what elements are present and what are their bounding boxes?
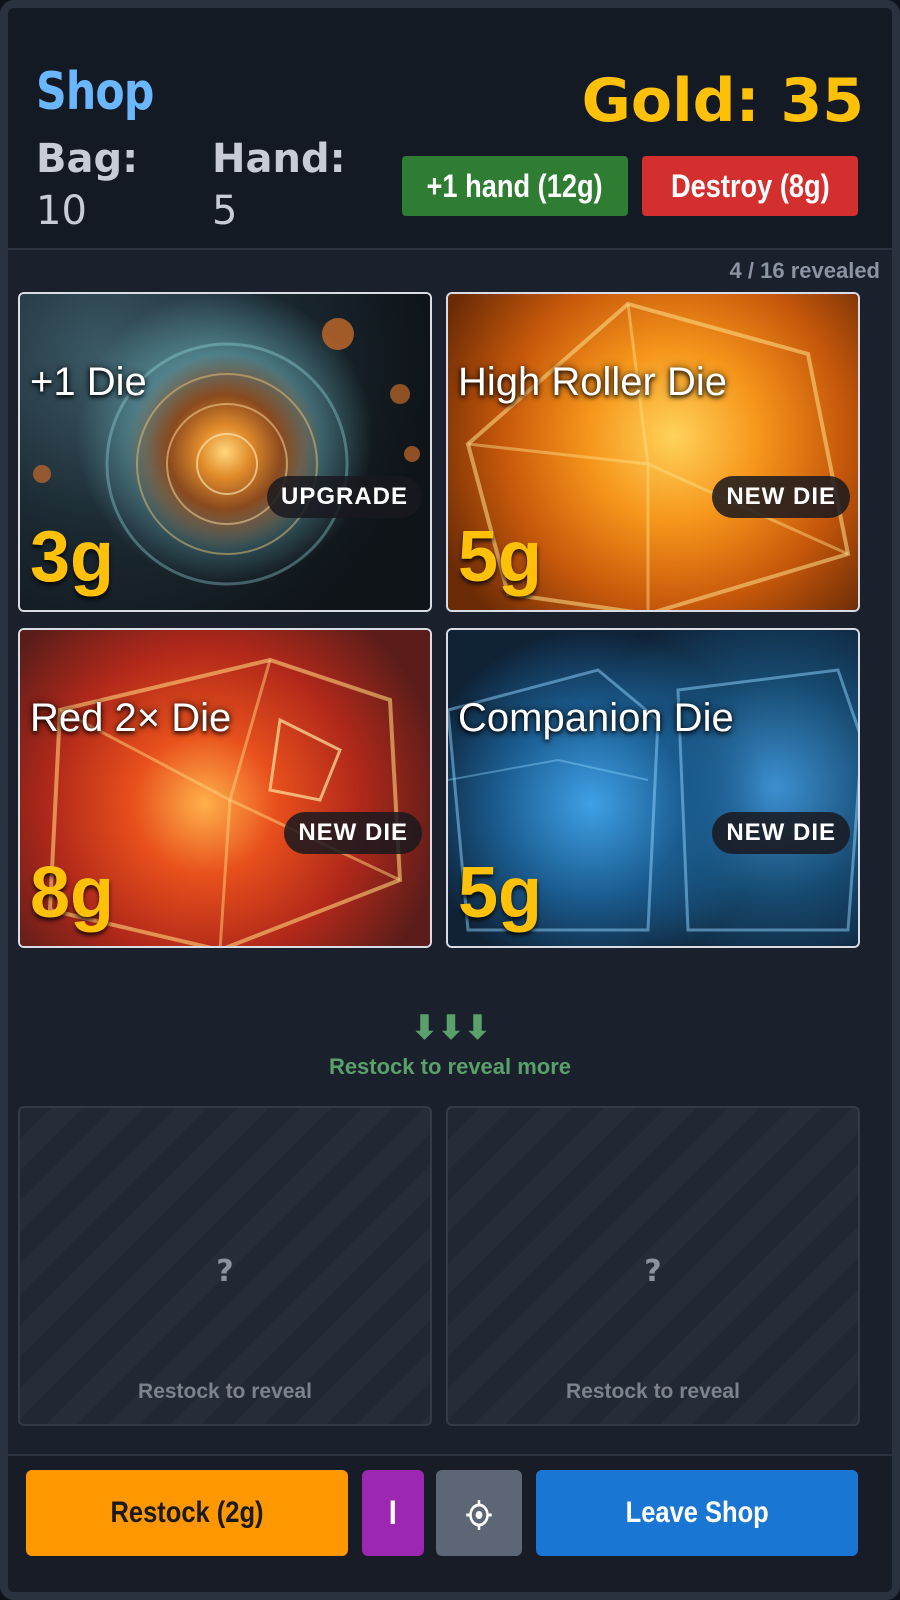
- revealed-counter: 4 / 16 revealed: [729, 258, 880, 283]
- card-price: 3g: [30, 517, 115, 597]
- locked-card-text: Restock to reveal: [566, 1380, 740, 1403]
- locked-card-text: Restock to reveal: [138, 1380, 312, 1403]
- page-title: Shop: [36, 62, 154, 122]
- bag-count: 10: [36, 188, 87, 234]
- leave-shop-label: Leave Shop: [625, 1496, 769, 1529]
- gold-amount: 35: [780, 66, 865, 136]
- shop-card-high-roller[interactable]: High Roller Die NEW DIE 5g: [446, 292, 860, 612]
- card-price: 5g: [458, 853, 543, 933]
- info-label: I: [388, 1494, 398, 1532]
- card-title: Red 2× Die: [30, 696, 232, 740]
- bag-label: Bag:: [36, 136, 139, 182]
- destroy-label: Destroy (8g): [670, 168, 830, 204]
- hand-count: 5: [212, 188, 238, 234]
- question-mark-icon: ?: [216, 1254, 234, 1289]
- locked-card-slot: ? Restock to reveal: [446, 1106, 860, 1426]
- info-button[interactable]: I: [362, 1470, 424, 1556]
- destroy-button[interactable]: Destroy (8g): [642, 156, 858, 216]
- action-bar: Restock (2g) I Leave Shop: [8, 1454, 892, 1592]
- restock-hint: ⬇⬇⬇ Restock to reveal more: [8, 1008, 892, 1080]
- restock-button[interactable]: Restock (2g): [26, 1470, 348, 1556]
- shop-card-companion[interactable]: Companion Die NEW DIE 5g: [446, 628, 860, 948]
- card-title: Companion Die: [458, 696, 734, 740]
- locked-card-slot: ? Restock to reveal: [18, 1106, 432, 1426]
- gold-label: Gold:: [581, 66, 760, 136]
- card-type-badge: UPGRADE: [266, 476, 422, 518]
- hand-label: Hand:: [212, 136, 346, 182]
- buy-hand-button[interactable]: +1 hand (12g): [402, 156, 628, 216]
- card-title: +1 Die: [30, 360, 147, 404]
- leave-shop-button[interactable]: Leave Shop: [536, 1470, 858, 1556]
- card-title: High Roller Die: [458, 360, 727, 404]
- shop-screen: Shop Bag: 10 Hand: 5 Gold: 35 +1 hand (1…: [0, 0, 900, 1600]
- restock-hint-text: Restock to reveal more: [328, 1054, 572, 1079]
- question-mark-icon: ?: [644, 1254, 662, 1289]
- card-price: 8g: [30, 853, 115, 933]
- restock-label: Restock (2g): [110, 1496, 264, 1529]
- card-price: 5g: [458, 517, 543, 597]
- shop-header: Shop Bag: 10 Hand: 5 Gold: 35 +1 hand (1…: [8, 8, 892, 250]
- gear-icon: [465, 1470, 494, 1556]
- shop-card-red-2x[interactable]: Red 2× Die NEW DIE 8g: [18, 628, 432, 948]
- settings-button[interactable]: [436, 1470, 522, 1556]
- shop-card-upgrade[interactable]: +1 Die UPGRADE 3g: [18, 292, 432, 612]
- card-type-badge: NEW DIE: [284, 812, 422, 854]
- card-type-badge: NEW DIE: [712, 812, 850, 854]
- buy-hand-label: +1 hand (12g): [426, 168, 604, 204]
- down-arrows-icon: ⬇⬇⬇: [410, 1008, 491, 1048]
- card-type-badge: NEW DIE: [712, 476, 850, 518]
- gold-display: Gold: 35: [582, 66, 864, 136]
